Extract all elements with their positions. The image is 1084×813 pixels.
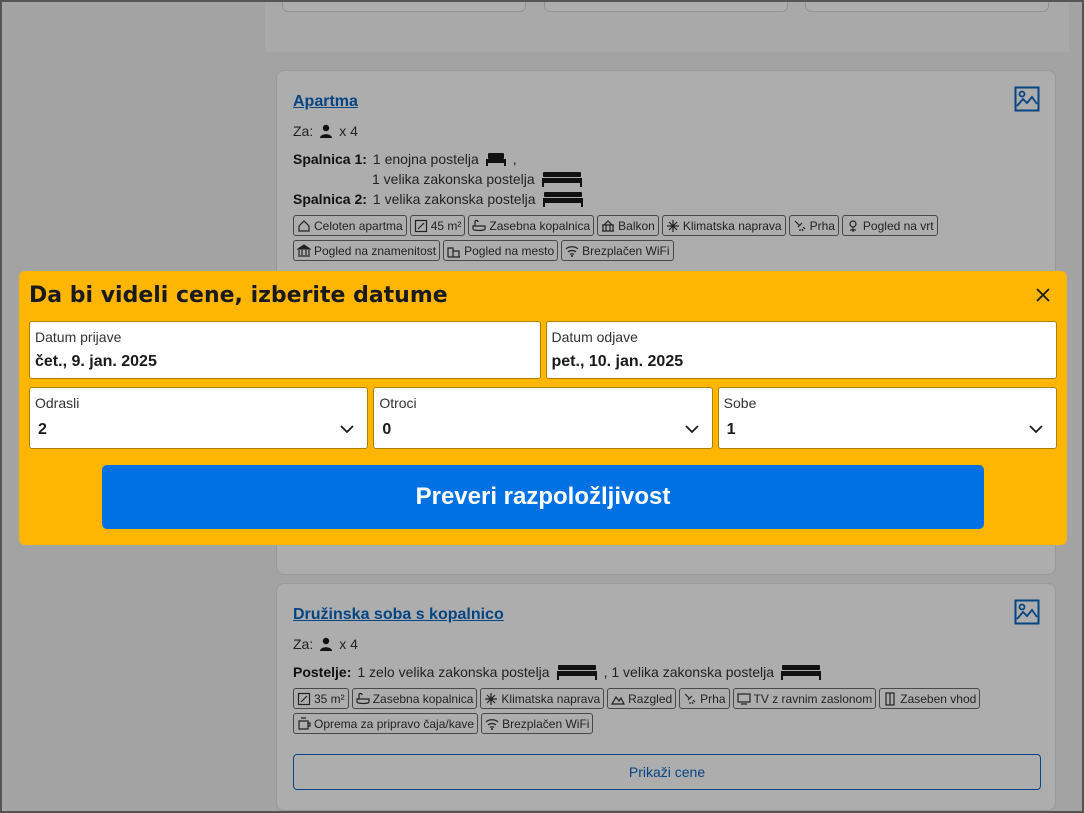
chevron-down-icon (1029, 425, 1043, 434)
rooms-value: 1 (726, 421, 736, 438)
modal-title: Da bi videli cene, izberite datume (29, 283, 448, 308)
adults-label: Odrasli (35, 395, 80, 411)
date-fields-row: Datum prijave čet., 9. jan. 2025 Datum o… (29, 321, 1057, 379)
chevron-down-icon (685, 425, 699, 434)
children-select[interactable]: Otroci 0 (373, 387, 713, 449)
chevron-down-icon (340, 425, 354, 434)
checkin-label: Datum prijave (35, 329, 122, 345)
adults-select[interactable]: Odrasli 2 (29, 387, 369, 449)
checkout-value: pet., 10. jan. 2025 (551, 353, 684, 370)
checkout-label: Datum odjave (551, 329, 638, 345)
rooms-select[interactable]: Sobe 1 (717, 387, 1057, 449)
checkin-date-field[interactable]: Datum prijave čet., 9. jan. 2025 (29, 321, 541, 379)
adults-value: 2 (38, 421, 47, 438)
guest-selects-row: Odrasli 2 Otroci 0 Sobe 1 (29, 387, 1057, 449)
checkin-value: čet., 9. jan. 2025 (35, 353, 157, 370)
check-availability-button[interactable]: Preveri razpoložljivost (102, 465, 984, 529)
rooms-label: Sobe (723, 395, 757, 411)
date-selection-modal: Da bi videli cene, izberite datume Datum… (19, 271, 1067, 545)
close-icon[interactable] (1035, 287, 1051, 303)
children-label: Otroci (379, 395, 417, 411)
children-value: 0 (382, 421, 392, 438)
checkout-date-field[interactable]: Datum odjave pet., 10. jan. 2025 (545, 321, 1057, 379)
